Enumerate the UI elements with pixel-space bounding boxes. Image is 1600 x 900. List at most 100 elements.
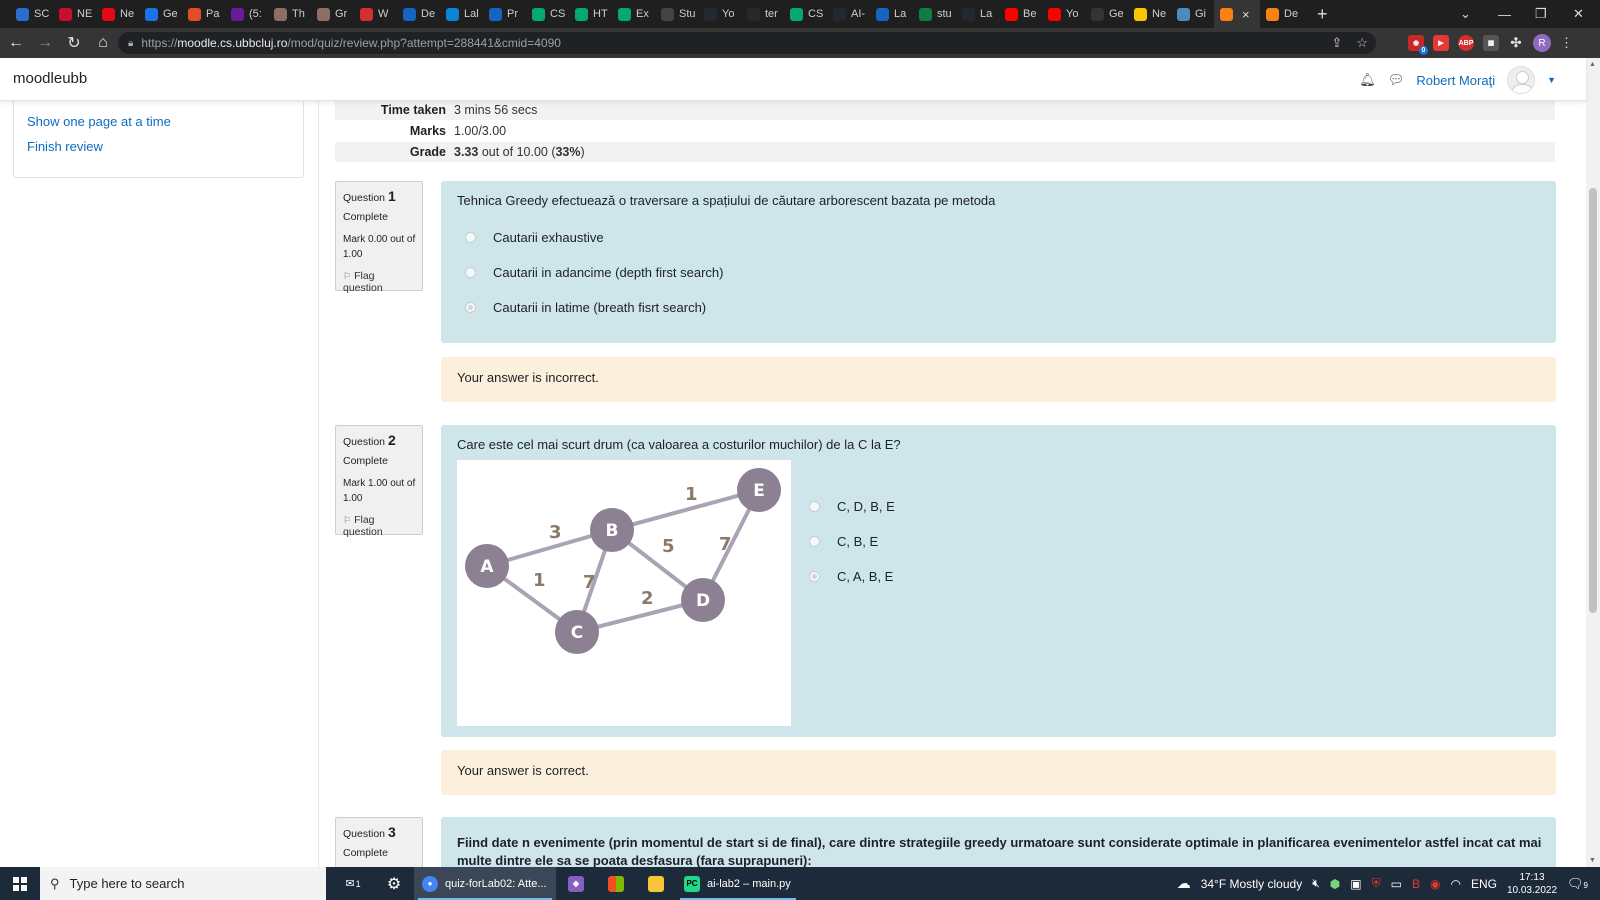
browser-tab[interactable]: Ex [612, 0, 655, 28]
notifications-bell-icon[interactable]: 🔔︎ [1359, 72, 1376, 88]
show-one-page-link[interactable]: Show one page at a time [27, 114, 171, 129]
address-bar[interactable]: 🔒︎ https://moodle.cs.ubbcluj.ro/mod/quiz… [118, 32, 1376, 54]
browser-tab[interactable]: Yo [698, 0, 741, 28]
finish-review-link[interactable]: Finish review [27, 139, 103, 154]
extensions-puzzle-icon[interactable]: ✣ [1508, 35, 1524, 51]
language-indicator[interactable]: ENG [1471, 877, 1497, 891]
answer-option[interactable]: Cautarii exhaustive [465, 230, 604, 245]
close-window-icon[interactable]: ✕ [1573, 0, 1584, 28]
share-icon[interactable]: ⇪ [1331, 35, 1342, 51]
microsoft-store-icon[interactable] [596, 867, 636, 900]
browser-tab[interactable]: Be [999, 0, 1042, 28]
user-avatar[interactable] [1507, 66, 1536, 94]
browser-tab[interactable]: De [397, 0, 440, 28]
settings-gear-icon[interactable]: ⚙ [374, 867, 414, 900]
answer-radio[interactable] [809, 501, 820, 512]
browser-tab[interactable]: SC [10, 0, 53, 28]
new-tab-icon[interactable]: + [1317, 4, 1328, 25]
user-name[interactable]: Robert Moraţi [1416, 73, 1495, 88]
browser-tab[interactable]: (5: [225, 0, 268, 28]
tab-close-icon[interactable]: × [1242, 7, 1250, 22]
extension-icon[interactable]: ▦ [1483, 35, 1499, 51]
browser-tab[interactable]: Ge [1085, 0, 1128, 28]
weather-cloud-icon[interactable]: ☁ [1177, 875, 1191, 892]
browser-tab[interactable]: Ge [139, 0, 182, 28]
visual-studio-icon[interactable]: ◆ [556, 867, 596, 900]
browser-tab[interactable]: Th [268, 0, 311, 28]
home-icon[interactable]: ⌂ [90, 34, 116, 52]
wifi-icon[interactable]: ◠ [1450, 877, 1460, 891]
restore-icon[interactable]: ❐ [1535, 0, 1547, 28]
browser-tab[interactable]: HT [569, 0, 612, 28]
answer-option[interactable]: C, B, E [809, 534, 878, 549]
answer-radio-selected[interactable] [809, 571, 820, 582]
tray-app-icon[interactable]: ⛨ [1372, 876, 1381, 891]
tray-app-icon[interactable]: ◉ [1430, 877, 1440, 891]
mail-app-icon[interactable]: ✉ 1 [332, 867, 374, 900]
back-icon[interactable]: ← [3, 34, 29, 52]
file-explorer-icon[interactable] [636, 867, 676, 900]
answer-radio[interactable] [465, 232, 476, 243]
tray-app-icon[interactable]: ⬢ [1330, 877, 1340, 891]
browser-tab[interactable]: Gi [1171, 0, 1214, 28]
browser-tab[interactable]: CS [526, 0, 569, 28]
adblock-icon[interactable]: ABP [1458, 35, 1474, 51]
tray-app-icon[interactable]: B [1412, 877, 1420, 891]
user-menu-caret-icon[interactable]: ▼ [1547, 75, 1556, 85]
weather-text[interactable]: 34°F Mostly cloudy [1201, 877, 1303, 891]
answer-option[interactable]: Cautarii in adancime (depth first search… [465, 265, 724, 280]
mute-icon[interactable]: 🔇︎ [1312, 876, 1320, 891]
bookmark-star-icon[interactable]: ☆ [1356, 35, 1368, 51]
tray-app-icon[interactable]: ▣ [1350, 877, 1361, 891]
taskbar-search-box[interactable]: ⚲ Type here to search [40, 867, 326, 900]
browser-tab[interactable]: × [1214, 0, 1260, 28]
taskbar-pycharm-app[interactable]: PC ai-lab2 – main.py [676, 867, 800, 900]
browser-tab[interactable]: Gr [311, 0, 354, 28]
video-extension-icon[interactable]: ▶ [1433, 35, 1449, 51]
windows-start-icon[interactable] [0, 867, 40, 900]
browser-tab[interactable]: W [354, 0, 397, 28]
browser-tab[interactable]: Stu [655, 0, 698, 28]
browser-tab[interactable]: Lal [440, 0, 483, 28]
flag-question-link[interactable]: ⚐ Flag question [343, 270, 416, 294]
browser-tab[interactable]: Ne [96, 0, 139, 28]
minimize-icon[interactable]: — [1498, 0, 1511, 28]
messages-chat-icon[interactable]: 💬︎ [1388, 72, 1405, 88]
tab-search-icon[interactable]: ⌄ [1460, 0, 1471, 28]
lock-icon[interactable]: 🔒︎ [128, 38, 133, 49]
browser-tab[interactable]: ter [741, 0, 784, 28]
question-2-feedback: Your answer is correct. [441, 750, 1556, 795]
answer-option[interactable]: C, A, B, E [809, 569, 893, 584]
flag-question-link[interactable]: ⚐ Flag question [343, 514, 416, 538]
notifications-icon[interactable]: 🗨︎9 [1567, 876, 1588, 892]
browser-menu-icon[interactable]: ⋮ [1560, 35, 1573, 51]
browser-tab[interactable]: Pr [483, 0, 526, 28]
scrollbar-thumb[interactable] [1589, 188, 1597, 613]
browser-tab[interactable]: De [1260, 0, 1303, 28]
site-brand[interactable]: moodleubb [13, 70, 87, 87]
answer-option[interactable]: C, D, B, E [809, 499, 895, 514]
forward-icon[interactable]: → [32, 34, 58, 52]
answer-radio[interactable] [809, 536, 820, 547]
answer-option[interactable]: Cautarii in latime (breath fisrt search) [465, 300, 706, 315]
reload-icon[interactable]: ↻ [61, 33, 87, 53]
battery-icon[interactable]: ▭ [1391, 877, 1402, 891]
browser-tab[interactable]: La [956, 0, 999, 28]
browser-tab[interactable]: Ne [1128, 0, 1171, 28]
browser-tab[interactable]: stu [913, 0, 956, 28]
browser-tab[interactable]: Yo [1042, 0, 1085, 28]
browser-tab[interactable]: Pa [182, 0, 225, 28]
scroll-up-arrow-icon[interactable]: ▲ [1589, 61, 1596, 68]
extension-icon[interactable]: ◉ 0 [1408, 35, 1428, 55]
taskbar-chrome-app[interactable]: ● quiz-forLab02: Atte... [414, 867, 556, 900]
answer-radio-selected[interactable] [465, 302, 476, 313]
page-scrollbar[interactable]: ▲ ▼ [1586, 58, 1600, 867]
browser-tab[interactable]: La [870, 0, 913, 28]
browser-tab[interactable]: CS [784, 0, 827, 28]
profile-avatar[interactable]: R [1533, 34, 1551, 52]
scroll-down-arrow-icon[interactable]: ▼ [1589, 857, 1596, 864]
clock[interactable]: 17:13 10.03.2022 [1507, 871, 1557, 897]
answer-radio[interactable] [465, 267, 476, 278]
browser-tab[interactable]: AI- [827, 0, 870, 28]
browser-tab[interactable]: NE [53, 0, 96, 28]
